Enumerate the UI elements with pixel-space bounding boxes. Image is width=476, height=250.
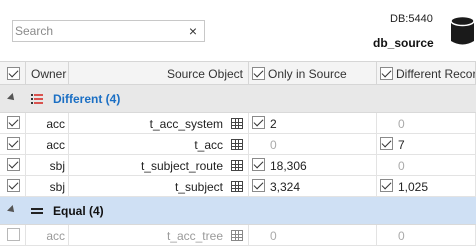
header-different-records[interactable]: Different Records: [377, 62, 476, 84]
header-owner[interactable]: Owner: [26, 62, 69, 84]
equal-icon: [31, 208, 43, 214]
only-in-source-value: 0: [270, 229, 277, 243]
different-records-value: 1,025: [398, 180, 429, 194]
source-object-column-label: Source Object: [166, 67, 243, 81]
row-checkbox[interactable]: [7, 158, 20, 171]
row-checkbox[interactable]: [7, 228, 20, 241]
different-records-value: 0: [398, 117, 405, 131]
different-records-row-checkbox[interactable]: [380, 179, 393, 192]
only-in-source-value: 18,306: [270, 159, 307, 173]
search-input[interactable]: [15, 23, 185, 39]
different-records-row-checkbox[interactable]: [380, 137, 393, 150]
different-icon: [31, 94, 43, 104]
header-only-in-source[interactable]: Only in Source: [249, 62, 377, 84]
table-row[interactable]: acc t_acc_system 2 0: [0, 113, 476, 134]
group-label: Different (4): [53, 92, 121, 106]
table-row[interactable]: acc t_acc_tree 0 0: [0, 225, 476, 246]
object-name-cell: t_acc_tree: [166, 229, 223, 243]
row-checkbox[interactable]: [7, 179, 20, 192]
collapse-chevron-icon[interactable]: [7, 205, 17, 215]
database-icon: [450, 15, 475, 45]
owner-cell: sbj: [49, 180, 65, 194]
database-port-label: DB:5440: [390, 13, 433, 25]
table-icon: [231, 181, 243, 192]
header-select-all-cell: [0, 62, 26, 84]
row-checkbox[interactable]: [7, 116, 20, 129]
table-icon: [231, 160, 243, 171]
table-icon: [231, 230, 243, 241]
group-row-different[interactable]: Different (4): [0, 85, 476, 113]
only-in-source-checkbox[interactable]: [252, 67, 265, 80]
owner-cell: sbj: [49, 159, 65, 173]
table-row[interactable]: acc t_acc 0 7: [0, 134, 476, 155]
different-records-value: 0: [398, 159, 405, 173]
row-checkbox[interactable]: [7, 137, 20, 150]
table-row[interactable]: sbj t_subject_route 18,306 0: [0, 155, 476, 176]
owner-cell: acc: [46, 229, 65, 243]
table-row[interactable]: sbj t_subject 3,324 1,025: [0, 176, 476, 197]
different-records-value: 7: [398, 138, 405, 152]
table-icon: [231, 139, 243, 150]
database-name: db_source: [373, 36, 434, 50]
only-in-source-row-checkbox[interactable]: [252, 116, 265, 129]
only-in-source-row-checkbox[interactable]: [252, 179, 265, 192]
object-name-cell: t_subject_route: [140, 159, 223, 173]
grid-header: Owner Source Object Only in Source Diffe…: [0, 61, 476, 85]
only-in-source-value: 2: [270, 117, 277, 131]
collapse-chevron-icon[interactable]: [7, 93, 17, 103]
owner-cell: acc: [46, 117, 65, 131]
only-in-source-value: 3,324: [270, 180, 301, 194]
table-icon: [231, 118, 243, 129]
different-records-column-label: Different Records: [396, 67, 476, 81]
only-in-source-row-checkbox[interactable]: [252, 158, 265, 171]
different-records-value: 0: [398, 229, 405, 243]
select-all-checkbox[interactable]: [7, 67, 20, 80]
search-box[interactable]: ×: [12, 20, 205, 42]
object-name-cell: t_subject: [174, 180, 223, 194]
different-records-checkbox[interactable]: [380, 67, 393, 80]
owner-cell: acc: [46, 138, 65, 152]
only-in-source-value: 0: [270, 138, 277, 152]
header-source-object[interactable]: Source Object: [69, 62, 249, 84]
toolbar: × DB:5440 db_source: [0, 0, 476, 61]
object-name-cell: t_acc: [194, 138, 223, 152]
comparison-grid: Owner Source Object Only in Source Diffe…: [0, 61, 476, 250]
object-name-cell: t_acc_system: [149, 117, 223, 131]
only-in-source-column-label: Only in Source: [268, 67, 347, 81]
group-label: Equal (4): [53, 204, 104, 218]
group-row-equal[interactable]: Equal (4): [0, 197, 476, 225]
clear-search-icon[interactable]: ×: [186, 23, 200, 39]
owner-column-label: Owner: [31, 67, 67, 81]
